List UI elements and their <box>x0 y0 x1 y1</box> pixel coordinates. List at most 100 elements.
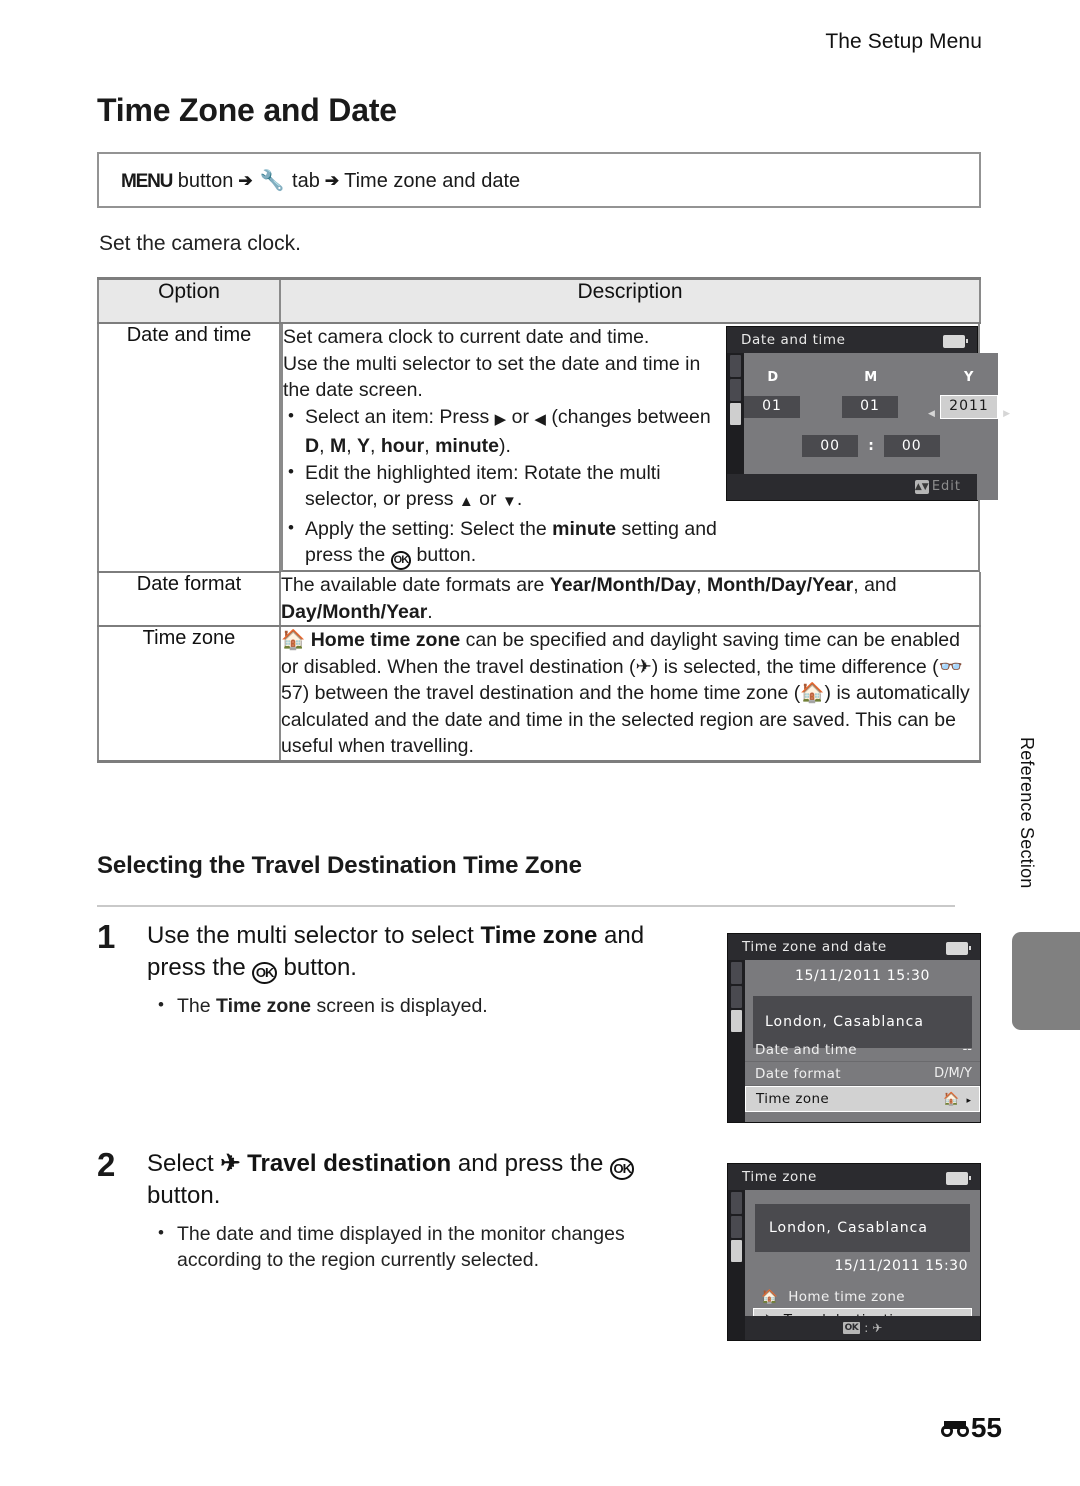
step-1-sub-b: Time zone <box>216 995 312 1017</box>
desc-time-zone-text: 🏠 Home time zone can be specified and da… <box>281 629 970 757</box>
date-field-labels: D M Y <box>744 365 998 392</box>
wrench-icon: 🔧 <box>259 169 285 192</box>
date-fields: 01 01 ◀ 2011 ▶ <box>744 394 1010 419</box>
manual-page: The Setup Menu Time Zone and Date MENU b… <box>0 0 1080 1486</box>
chevron-right-icon: ▸ <box>966 1095 971 1106</box>
field-year-wrap: ◀ 2011 ▶ <box>928 394 1010 419</box>
lcd-panel: London, Casablanca 15/11/2011 15:30 🏠 Ho… <box>745 1190 980 1340</box>
description-text: Set camera clock to current date and tim… <box>283 324 726 570</box>
home-icon: 🏠 <box>761 1289 779 1305</box>
header-option: Option <box>97 277 281 324</box>
table-row: Time zone 🏠 Home time zone can be specif… <box>97 626 981 763</box>
menu-path-box: MENU button ➔ 🔧 tab ➔ Time zone and date <box>97 152 981 208</box>
footer-edit-label: Edit <box>931 478 961 494</box>
step-2-number: 2 <box>97 1146 116 1183</box>
menu-row-date-format[interactable]: Date format D/M/Y <box>745 1062 980 1086</box>
menu-button-label: MENU <box>121 170 173 192</box>
menu-row-label: Date and time <box>755 1041 857 1058</box>
lead-text: Set the camera clock. <box>99 232 301 255</box>
home-icon: 🏠 <box>281 629 306 651</box>
label-month: M <box>864 370 878 385</box>
up-down-arrow-icon: ▲▼ <box>914 480 929 494</box>
plane-icon: ✈ <box>872 1321 883 1335</box>
section-heading: Selecting the Travel Destination Time Zo… <box>97 852 582 879</box>
step-2-heading: Select ✈ Travel destination and press th… <box>147 1148 707 1212</box>
battery-icon <box>943 335 968 348</box>
menu-row-date-and-time[interactable]: Date and time -- <box>745 1038 980 1062</box>
ok-button-icon: OK <box>842 1322 861 1334</box>
tab-segment <box>730 355 741 377</box>
ok-button-icon: OK <box>252 961 277 984</box>
step-1-body: Use the multi selector to select Time zo… <box>147 920 707 1019</box>
option-label: Home time zone <box>788 1289 905 1305</box>
menu-row-label: Time zone <box>756 1091 830 1107</box>
field-day[interactable]: 01 <box>744 395 800 418</box>
option-date-and-time: Date and time <box>97 323 281 573</box>
running-head: The Setup Menu <box>825 30 982 53</box>
section-divider <box>97 905 955 907</box>
step-2-head-d: button. <box>147 1182 221 1209</box>
ok-button-icon: OK <box>609 1157 635 1180</box>
header-description: Description <box>279 277 981 324</box>
arrow-right-icon-2: ➔ <box>324 170 340 190</box>
plane-icon: ✈ <box>220 1150 241 1177</box>
page-number-value: 55 <box>970 1412 1002 1443</box>
tab-segment <box>731 1216 742 1238</box>
arrow-left-icon: ◀ <box>928 408 935 419</box>
field-month[interactable]: 01 <box>842 395 898 418</box>
reference-section-icon <box>940 1421 969 1437</box>
lcd-title: Time zone and date <box>742 939 887 955</box>
current-datetime: 15/11/2011 15:30 <box>834 1258 968 1274</box>
menu-row-value: 🏠 ▸ <box>943 1092 971 1107</box>
home-icon: 🏠 <box>943 1091 960 1107</box>
side-tab-label: Reference Section <box>1017 737 1037 889</box>
field-year[interactable]: 2011 <box>940 394 998 419</box>
battery-icon <box>946 1172 971 1185</box>
menu-row-time-zone-selected[interactable]: Time zone 🏠 ▸ <box>745 1086 980 1112</box>
menu-path-tab-word: tab <box>292 169 320 192</box>
option-time-zone: Time zone <box>97 626 281 763</box>
tab-segment-selected <box>731 1240 742 1262</box>
option-home-time-zone[interactable]: 🏠 Home time zone <box>753 1286 972 1308</box>
tab-segment <box>730 379 741 401</box>
menu-path-text: MENU button ➔ 🔧 tab ➔ Time zone and date <box>99 168 520 193</box>
page-number: 55 <box>940 1412 1002 1444</box>
plane-icon: ✈ <box>635 655 652 678</box>
field-minute[interactable]: 00 <box>883 434 940 457</box>
step-1-number: 1 <box>97 918 116 955</box>
battery-icon <box>946 942 971 955</box>
menu-row-value: -- <box>962 1042 972 1057</box>
lcd-body: 15/11/2011 15:30 London, Casablanca Date… <box>728 960 980 1122</box>
side-tab-marker <box>1012 932 1080 1030</box>
ok-button-icon: OK <box>390 551 412 570</box>
footer-colon: : <box>864 1321 869 1335</box>
step-2-body: Select ✈ Travel destination and press th… <box>147 1148 707 1273</box>
arrow-right-icon: ➔ <box>238 170 253 190</box>
step-1-heading: Use the multi selector to select Time zo… <box>147 920 707 984</box>
tab-segment <box>731 962 742 984</box>
home-icon-2: 🏠 <box>800 682 825 704</box>
description-date-format: The available date formats are Year/Mont… <box>279 572 981 627</box>
description-time-zone: 🏠 Home time zone can be specified and da… <box>279 626 981 763</box>
field-hour[interactable]: 00 <box>802 434 859 457</box>
tab-segment-selected <box>731 1010 742 1032</box>
step-2-head-b: Travel destination <box>247 1150 452 1177</box>
step-1-head-b: Time zone <box>480 922 598 949</box>
menu-path-destination: Time zone and date <box>344 169 521 192</box>
menu-path-button-word: button <box>177 169 234 192</box>
current-city: London, Casablanca <box>755 1204 970 1252</box>
desc-line-2: Use the multi selector to set the date a… <box>283 352 701 402</box>
option-date-format: Date format <box>97 572 281 627</box>
label-day: D <box>767 370 779 385</box>
description-date-and-time: Set camera clock to current date and tim… <box>281 324 1010 572</box>
menu-row-label: Date format <box>755 1065 841 1082</box>
lcd-footer: ▲▼ Edit <box>727 474 977 500</box>
menu-row-list: Date and time -- Date format D/M/Y Time … <box>745 1038 980 1112</box>
step-1-note: The Time zone screen is displayed. <box>147 992 707 1019</box>
bullet-select-item: Select an item: Press ▶ or ◀ (changes be… <box>283 403 718 460</box>
label-year: Y <box>964 370 974 385</box>
time-fields: 00 : 00 <box>744 433 998 460</box>
lcd-footer: OK : ✈ <box>745 1316 980 1340</box>
step-1: 1 Use the multi selector to select Time … <box>97 920 707 1019</box>
page-title: Time Zone and Date <box>97 92 397 128</box>
